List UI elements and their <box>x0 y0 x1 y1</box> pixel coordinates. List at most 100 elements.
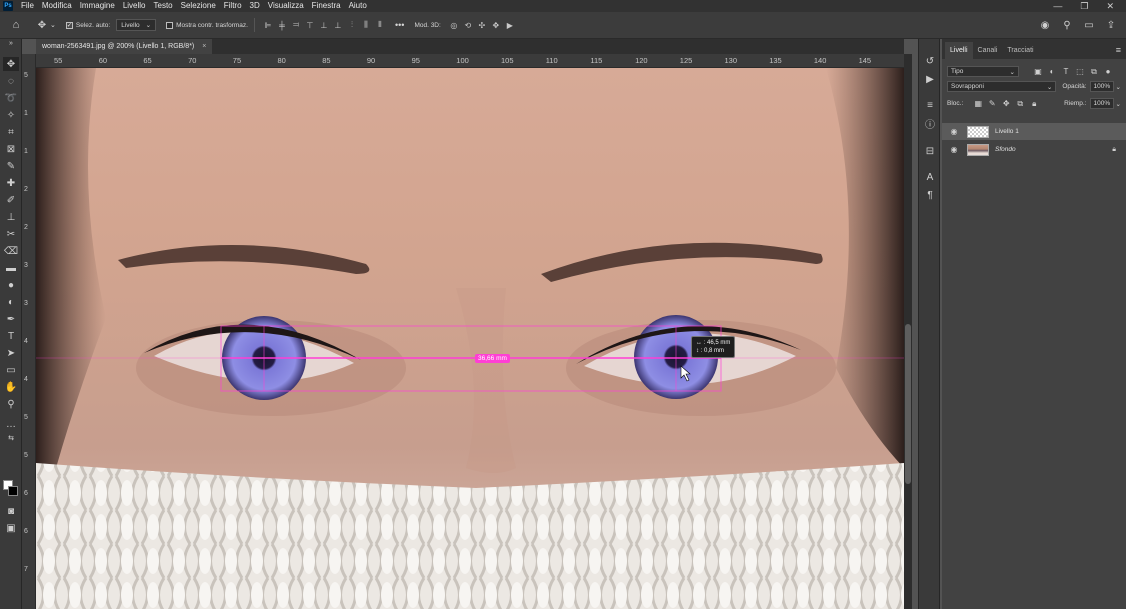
lock-transparency-icon[interactable]: ▦ <box>973 99 983 109</box>
magic-wand-tool-icon[interactable]: ✧ <box>3 108 19 122</box>
slide-3d-icon[interactable]: ✥ <box>491 20 501 30</box>
move-tool-icon[interactable]: ✥ <box>36 19 48 31</box>
rectangle-tool-icon[interactable]: ▭ <box>3 363 19 377</box>
character-panel-icon[interactable]: A <box>922 169 938 185</box>
orbit-3d-icon[interactable]: ◎ <box>449 20 459 30</box>
roll-3d-icon[interactable]: ⟲ <box>463 20 473 30</box>
lock-pixels-icon[interactable]: ✎ <box>987 99 997 109</box>
brush-tool-icon[interactable]: ✐ <box>3 193 19 207</box>
dodge-tool-icon[interactable]: ◐ <box>3 295 19 309</box>
quick-mask-icon[interactable]: ◙ <box>3 504 19 518</box>
home-icon[interactable]: ⌂ <box>10 19 22 31</box>
menu-3d[interactable]: 3D <box>246 0 264 12</box>
auto-select-option[interactable]: ✓ Selez. auto: <box>65 21 110 29</box>
menu-livello[interactable]: Livello <box>119 0 150 12</box>
fill-field[interactable]: 100% <box>1089 98 1114 109</box>
pan-3d-icon[interactable]: ✣ <box>477 20 487 30</box>
tab-canali[interactable]: Canali <box>973 42 1003 59</box>
chevron-down-icon[interactable]: ⌄ <box>1116 83 1121 91</box>
info-panel-icon[interactable]: ⓘ <box>922 115 938 131</box>
more-options-button[interactable]: ••• <box>395 20 404 30</box>
document-tab[interactable]: woman-2563491.jpg @ 200% (Livello 1, RGB… <box>36 39 213 54</box>
crop-tool-icon[interactable]: ⌗ <box>3 125 19 139</box>
lasso-tool-icon[interactable]: ➰ <box>3 91 19 105</box>
vertical-ruler[interactable]: 5 1 1 2 2 3 3 4 4 5 5 6 6 7 <box>22 54 36 609</box>
document-canvas[interactable]: 36,66 mm ↔ : 46,5 mm ↕ : 0,8 mm <box>36 68 904 609</box>
type-tool-icon[interactable]: T <box>3 329 19 343</box>
filter-smart-object-icon[interactable]: ⧉ <box>1089 67 1099 77</box>
zoom-tool-icon[interactable]: ⚲ <box>3 397 19 411</box>
search-icon[interactable]: ⚲ <box>1060 18 1074 32</box>
move-tool-icon[interactable]: ✥ <box>3 57 19 71</box>
share-icon[interactable]: ⇪ <box>1104 18 1118 32</box>
paragraph-panel-icon[interactable]: ¶ <box>922 187 938 203</box>
history-panel-icon[interactable]: ↺ <box>922 53 938 69</box>
chevron-down-icon[interactable]: ⌄ <box>1116 100 1121 108</box>
gradient-tool-icon[interactable]: ▬ <box>3 261 19 275</box>
background-color-swatch[interactable] <box>8 486 18 496</box>
align-center-h-icon[interactable]: ╪ <box>277 20 287 30</box>
lock-all-icon[interactable]: 🔒︎ <box>1029 99 1039 109</box>
menu-finestra[interactable]: Finestra <box>308 0 345 12</box>
close-tab-icon[interactable]: × <box>202 43 206 50</box>
healing-brush-tool-icon[interactable]: ✚ <box>3 176 19 190</box>
distribute-v-icon[interactable]: ⫴ <box>375 20 385 30</box>
show-transform-option[interactable]: Mostra contr. trasformaz. <box>166 21 248 29</box>
distribute-icon[interactable]: ⫶ <box>347 20 357 30</box>
menu-modifica[interactable]: Modifica <box>38 0 76 12</box>
layer-name[interactable]: Sfondo <box>995 146 1016 153</box>
pen-tool-icon[interactable]: ✒ <box>3 312 19 326</box>
path-selection-tool-icon[interactable]: ➤ <box>3 346 19 360</box>
edit-toolbar-icon[interactable]: … <box>3 417 19 431</box>
discover-icon[interactable]: ◉ <box>1038 18 1052 32</box>
menu-selezione[interactable]: Selezione <box>177 0 220 12</box>
layer-filter-dropdown[interactable]: Tipo ⌄ <box>947 66 1019 77</box>
filter-pixel-icon[interactable]: ▣ <box>1033 67 1043 77</box>
align-top-icon[interactable]: ⊤ <box>305 20 315 30</box>
layer-name[interactable]: Livello 1 <box>995 128 1019 135</box>
libraries-panel-icon[interactable]: ⊟ <box>922 143 938 159</box>
minimize-button[interactable]: — <box>1053 1 1062 12</box>
show-transform-checkbox[interactable] <box>166 21 174 29</box>
swap-colors-icon[interactable]: ⇆ <box>3 434 19 442</box>
tab-livelli[interactable]: Livelli <box>945 42 973 59</box>
auto-select-dropdown[interactable]: Livello ⌄ <box>116 19 157 31</box>
tab-tracciati[interactable]: Tracciati <box>1002 42 1038 59</box>
scrollbar-thumb[interactable] <box>905 324 911 484</box>
align-middle-v-icon[interactable]: ⊥ <box>319 20 329 30</box>
layer-row[interactable]: ◉ Livello 1 <box>942 123 1126 140</box>
align-left-icon[interactable]: ⊫ <box>263 20 273 30</box>
menu-testo[interactable]: Testo <box>150 0 177 12</box>
marquee-tool-icon[interactable]: ◌ <box>3 74 19 88</box>
filter-shape-icon[interactable]: ⬚ <box>1075 67 1085 77</box>
actions-panel-icon[interactable]: ▶ <box>922 71 938 87</box>
layer-row[interactable]: ◉ Sfondo 🔒︎ <box>942 141 1126 158</box>
maximize-button[interactable]: ❐ <box>1080 1 1088 12</box>
menu-immagine[interactable]: Immagine <box>76 0 119 12</box>
hand-tool-icon[interactable]: ✋ <box>3 380 19 394</box>
lock-artboard-icon[interactable]: ⧉ <box>1015 99 1025 109</box>
video-camera-icon[interactable]: ▶ <box>505 20 515 30</box>
workspace-icon[interactable]: ▭ <box>1082 18 1096 32</box>
blur-tool-icon[interactable]: ● <box>3 278 19 292</box>
eyedropper-tool-icon[interactable]: ✎ <box>3 159 19 173</box>
visibility-eye-icon[interactable]: ◉ <box>947 127 961 136</box>
horizontal-ruler[interactable]: 55 60 65 70 75 80 85 90 95 100 105 110 115 120 125 130 1… <box>36 54 904 68</box>
lock-position-icon[interactable]: ✥ <box>1001 99 1011 109</box>
menu-visualizza[interactable]: Visualizza <box>264 0 308 12</box>
collapse-toolbar-icon[interactable]: » <box>3 39 19 47</box>
clone-stamp-tool-icon[interactable]: ⊥ <box>3 210 19 224</box>
vertical-scrollbar[interactable] <box>904 54 912 609</box>
frame-tool-icon[interactable]: ⊠ <box>3 142 19 156</box>
distribute-h-icon[interactable]: ⫼ <box>361 20 371 30</box>
align-right-icon[interactable]: ⫤ <box>291 20 301 30</box>
blend-mode-dropdown[interactable]: Sovrapponi ⌄ <box>947 81 1057 92</box>
visibility-eye-icon[interactable]: ◉ <box>947 145 961 154</box>
close-window-button[interactable]: ✕ <box>1106 1 1114 12</box>
screen-mode-icon[interactable]: ▣ <box>3 521 19 535</box>
menu-file[interactable]: File <box>17 0 38 12</box>
adjustments-panel-icon[interactable]: ≡ <box>922 97 938 113</box>
panel-menu-icon[interactable]: ≡ <box>1116 45 1121 55</box>
filter-toggle-icon[interactable]: ● <box>1103 67 1113 77</box>
menu-filtro[interactable]: Filtro <box>220 0 246 12</box>
